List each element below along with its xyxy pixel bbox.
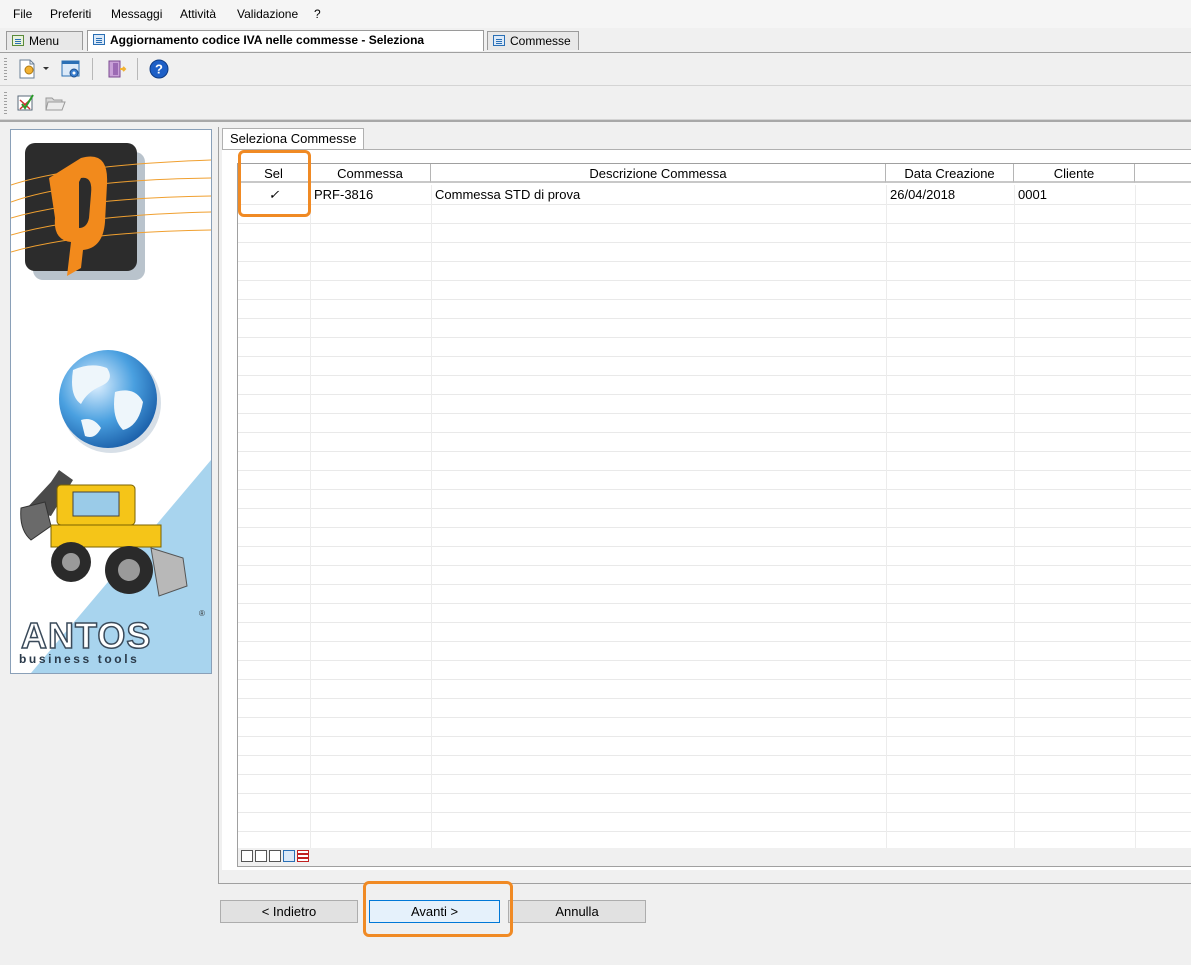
grid-row-line: [238, 565, 1191, 566]
svg-text:®: ®: [199, 609, 205, 618]
cell-data-creazione: 26/04/2018: [890, 187, 956, 202]
grid-row-line: [238, 489, 1191, 490]
grid-row-line: [238, 337, 1191, 338]
open-folder-icon[interactable]: [44, 92, 66, 114]
tab-commesse[interactable]: Commesse: [487, 31, 579, 50]
grid-row-line: [238, 603, 1191, 604]
grid-row-line: [238, 679, 1191, 680]
svg-text:?: ?: [155, 62, 163, 77]
next-button[interactable]: Avanti >: [369, 900, 500, 923]
grid-row-line: [238, 508, 1191, 509]
grid-row-line: [238, 736, 1191, 737]
edit-row-icon[interactable]: [269, 850, 281, 862]
grid-row-line: [238, 318, 1191, 319]
commesse-grid[interactable]: Sel Commessa Descrizione Commessa Data C…: [237, 163, 1191, 850]
grid-row-line: [238, 831, 1191, 832]
column-header-commessa[interactable]: Commessa: [310, 164, 431, 183]
new-row-icon[interactable]: [241, 850, 253, 862]
exit-door-icon[interactable]: [105, 58, 127, 80]
grid-row-line: [238, 755, 1191, 756]
grid-row-line: [238, 660, 1191, 661]
grid-row-line: [238, 470, 1191, 471]
toolbar-grip[interactable]: [4, 58, 7, 80]
grid-row-line: [238, 394, 1191, 395]
help-icon[interactable]: ?: [148, 58, 170, 80]
cell-cliente: 0001: [1018, 187, 1047, 202]
tab-seleziona-commesse-page[interactable]: Seleziona Commesse: [222, 128, 365, 149]
menu-help[interactable]: ?: [314, 7, 321, 21]
toolbar-grip[interactable]: [4, 92, 7, 114]
home-icon: [12, 35, 24, 46]
cancel-button[interactable]: Annulla: [508, 900, 646, 923]
grid-row-line: [238, 261, 1191, 262]
secondary-toolbar: [0, 87, 1191, 120]
grid-row-line: [238, 413, 1191, 414]
chevron-down-icon[interactable]: [42, 66, 50, 72]
grid-row-line: [238, 698, 1191, 699]
grid-row-line: [238, 546, 1191, 547]
grid-row-line: [238, 717, 1191, 718]
settings-window-icon[interactable]: [60, 58, 82, 80]
main-toolbar: ?: [0, 53, 1191, 86]
delete-row-icon[interactable]: [255, 850, 267, 862]
grid-row-line: [238, 204, 1191, 205]
new-document-icon[interactable]: [16, 58, 38, 80]
svg-text:ANTOS: ANTOS: [21, 615, 151, 656]
menu-file[interactable]: File: [13, 7, 32, 21]
back-button[interactable]: < Indietro: [220, 900, 358, 923]
grid-column-line: [431, 185, 432, 849]
form-icon: [493, 35, 505, 46]
tab-commesse-label: Commesse: [510, 34, 571, 48]
brand-panel: ANTOS ® business tools: [10, 129, 212, 674]
grid-column-line: [1135, 185, 1136, 849]
menu-attivita[interactable]: Attività: [180, 7, 216, 21]
tab-menu[interactable]: Menu: [6, 31, 83, 50]
brand-illustration: ANTOS ® business tools: [11, 143, 211, 673]
toolbar-separator: [137, 58, 138, 80]
grid-row-line: [238, 223, 1191, 224]
column-header-data-creazione[interactable]: Data Creazione: [886, 164, 1014, 183]
menu-validazione[interactable]: Validazione: [237, 7, 298, 21]
list-view-icon[interactable]: [297, 850, 309, 862]
menu-bar: File Preferiti Messaggi Attività Validaz…: [0, 0, 1191, 29]
menu-preferiti[interactable]: Preferiti: [50, 7, 91, 21]
column-header-sel[interactable]: Sel: [238, 164, 310, 183]
tab-seleziona-commesse[interactable]: Aggiornamento codice IVA nelle commesse …: [87, 30, 484, 66]
tab-menu-label: Menu: [29, 34, 60, 48]
column-header-filler: [1135, 164, 1191, 183]
grid-row-line: [238, 280, 1191, 281]
form-icon: [93, 34, 105, 45]
toolbar-separator: [92, 58, 93, 80]
grid-row-line: [238, 812, 1191, 813]
grid-footer: [237, 848, 1191, 867]
cell-descrizione: Commessa STD di prova: [435, 187, 581, 202]
grid-row-line: [238, 584, 1191, 585]
grid-row-line: [238, 527, 1191, 528]
grid-row-line: [238, 793, 1191, 794]
export-icon[interactable]: [283, 850, 295, 862]
grid-row-line: [238, 242, 1191, 243]
grid-column-line: [1014, 185, 1015, 849]
grid-row-line: [238, 774, 1191, 775]
cell-commessa: PRF-3816: [314, 187, 374, 202]
grid-row-line: [238, 356, 1191, 357]
grid-column-line: [310, 185, 311, 849]
column-header-cliente[interactable]: Cliente: [1014, 164, 1135, 183]
grid-row-line: [238, 641, 1191, 642]
grid-row-line: [238, 622, 1191, 623]
row-select-check[interactable]: ✓: [238, 185, 310, 204]
menu-messaggi[interactable]: Messaggi: [111, 7, 162, 21]
svg-text:business tools: business tools: [19, 652, 139, 666]
validate-check-icon[interactable]: [15, 92, 37, 114]
grid-row-line: [238, 299, 1191, 300]
column-header-descrizione[interactable]: Descrizione Commessa: [431, 164, 886, 183]
grid-row-line: [238, 451, 1191, 452]
grid-column-line: [886, 185, 887, 849]
grid-row-line: [238, 375, 1191, 376]
grid-row-line: [238, 432, 1191, 433]
document-tabs: Menu Aggiornamento codice IVA nelle comm…: [0, 28, 1191, 66]
